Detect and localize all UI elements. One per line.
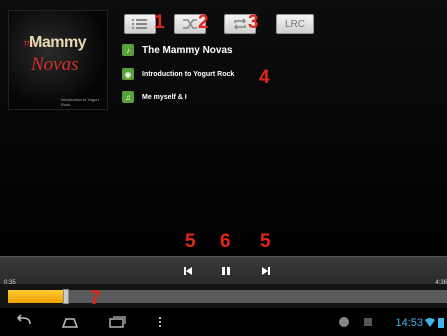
- status-clock: 14:53: [395, 317, 423, 329]
- media-notification-icon: [364, 318, 372, 326]
- album-art-novas: Novas: [31, 54, 79, 75]
- shuffle-icon: [183, 19, 197, 29]
- callout-5-next: 5: [260, 231, 271, 252]
- callout-1: 1: [154, 12, 165, 33]
- callout-4: 4: [259, 67, 270, 88]
- album-art-mammy: Mammy: [29, 34, 87, 51]
- pause-button[interactable]: [219, 264, 233, 278]
- callout-7: 7: [90, 288, 101, 309]
- track-song[interactable]: ♫ Me myself & I: [122, 91, 187, 103]
- callout-2: 2: [198, 12, 209, 33]
- artist-icon: ♪: [122, 44, 134, 56]
- home-icon[interactable]: [60, 314, 80, 330]
- previous-button[interactable]: [181, 264, 195, 278]
- callout-3: 3: [248, 12, 259, 33]
- seek-progress: [8, 290, 65, 303]
- album-art: The Mammy Novas Introduction to Yogurt R…: [8, 10, 108, 110]
- callout-6: 6: [220, 231, 231, 252]
- album-name: Introduction to Yogurt Rock: [142, 70, 235, 78]
- list-icon: [132, 19, 147, 29]
- menu-icon[interactable]: [157, 314, 163, 330]
- album-icon: ◉: [122, 68, 134, 80]
- wifi-icon: [425, 318, 435, 327]
- lrc-label: LRC: [284, 18, 305, 30]
- back-icon[interactable]: [14, 314, 34, 330]
- repeat-icon: [233, 18, 247, 30]
- notification-icon: [339, 317, 349, 327]
- lyrics-button[interactable]: LRC: [276, 14, 314, 34]
- playlist-button[interactable]: [124, 14, 156, 34]
- song-icon: ♫: [122, 91, 134, 103]
- song-name: Me myself & I: [142, 93, 187, 101]
- seek-bar[interactable]: [8, 290, 447, 303]
- album-art-subtitle: Introduction to Yogurt Rock: [61, 97, 99, 107]
- callout-5-prev: 5: [185, 231, 196, 252]
- seek-thumb[interactable]: [63, 289, 69, 304]
- artist-name: The Mammy Novas: [142, 44, 233, 56]
- recent-apps-icon[interactable]: [107, 314, 127, 330]
- track-artist[interactable]: ♪ The Mammy Novas: [122, 44, 233, 56]
- track-album[interactable]: ◉ Introduction to Yogurt Rock: [122, 68, 234, 80]
- battery-icon: [438, 318, 444, 328]
- next-button[interactable]: [259, 264, 273, 278]
